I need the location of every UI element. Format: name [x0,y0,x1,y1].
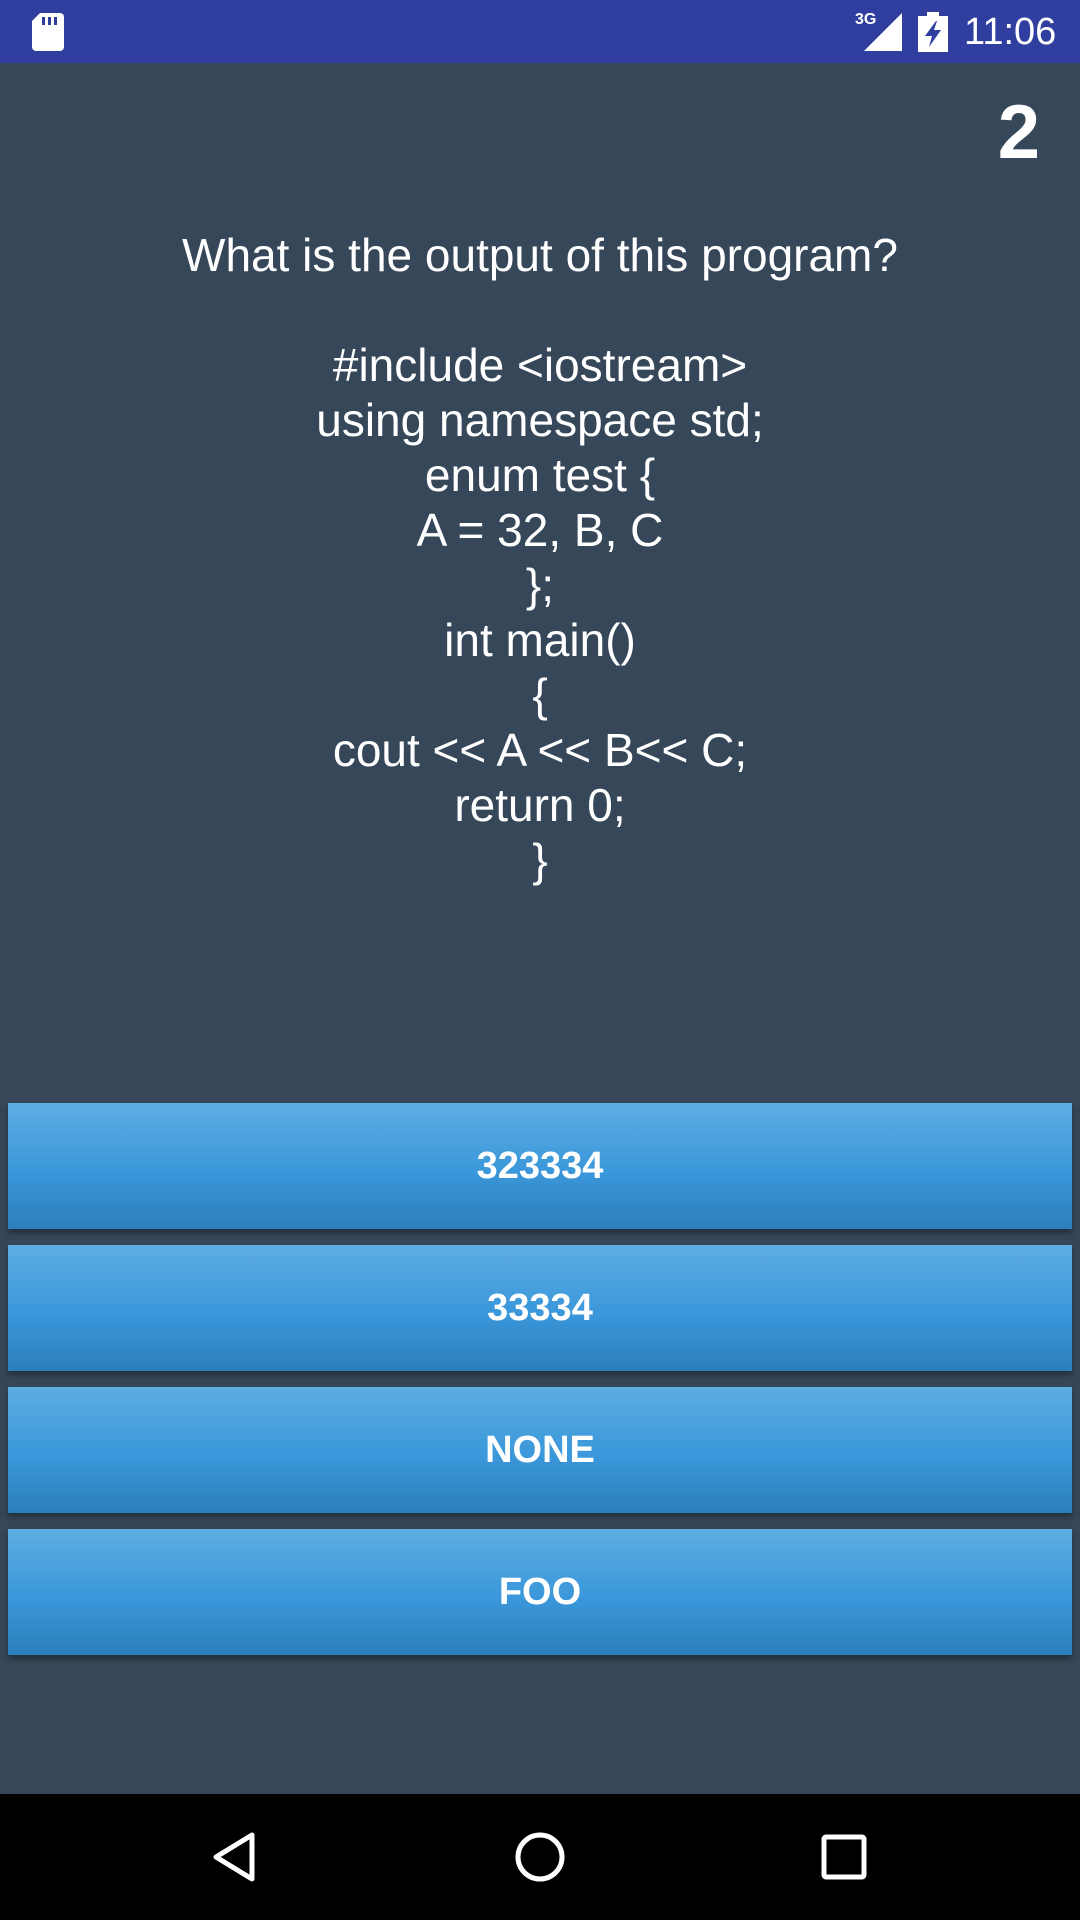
recents-icon[interactable] [816,1829,872,1885]
back-icon[interactable] [208,1829,264,1885]
status-bar: 3G 11:06 [0,0,1080,63]
status-clock: 11:06 [964,11,1057,53]
question-number: 2 [997,90,1040,175]
answer-list: 323334 33334 NONE FOO [8,1103,1072,1671]
answer-button-3[interactable]: NONE [8,1387,1072,1513]
quiz-screen: 2 What is the output of this program? #i… [0,63,1080,1794]
navigation-bar [0,1794,1080,1920]
question-text: What is the output of this program? #inc… [182,229,898,886]
signal-icon [864,13,902,51]
answer-button-1[interactable]: 323334 [8,1103,1072,1229]
answer-button-2[interactable]: 33334 [8,1245,1072,1371]
answer-button-4[interactable]: FOO [8,1529,1072,1655]
battery-charging-icon [918,12,948,52]
home-icon[interactable] [512,1829,568,1885]
sd-card-icon [32,13,64,51]
